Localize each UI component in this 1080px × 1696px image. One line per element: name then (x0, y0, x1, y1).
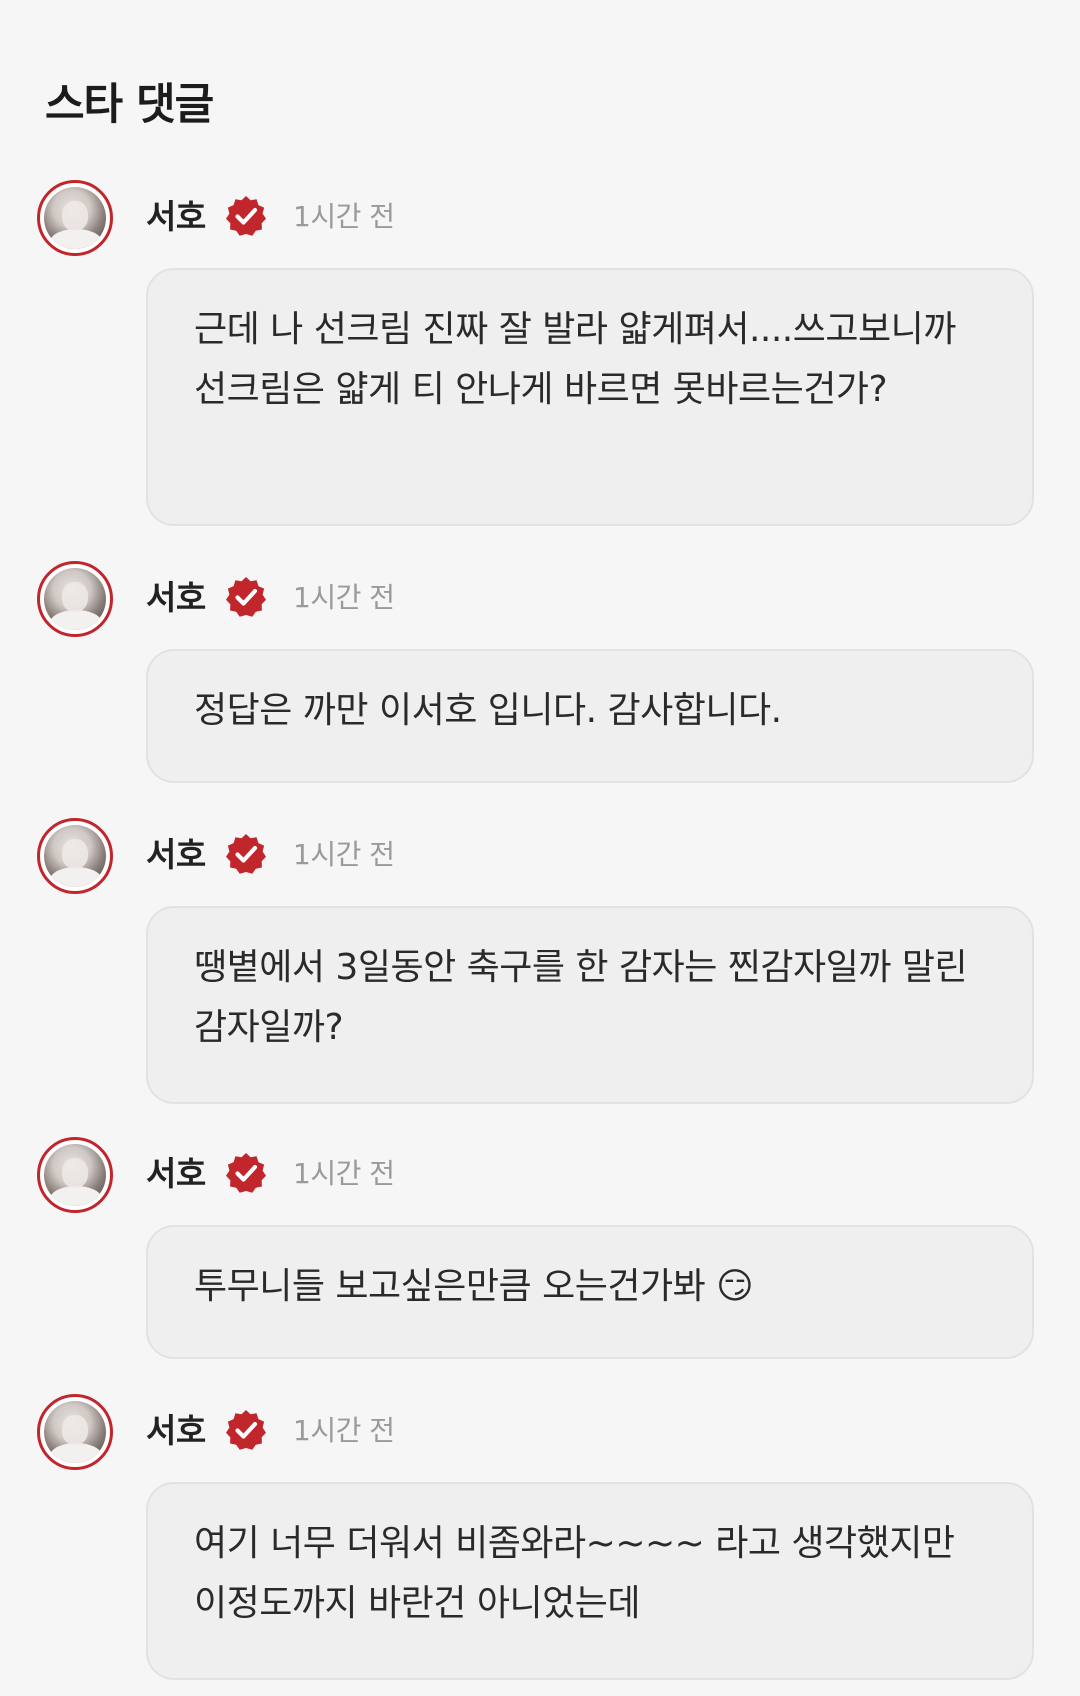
comment-time: 1시간 전 (293, 581, 395, 614)
comment-author[interactable]: 서호 (146, 571, 206, 619)
comment-bubble: 투무니들 보고싶은만큼 오는건가봐 😏 (146, 1225, 1034, 1359)
avatar[interactable] (37, 818, 113, 894)
avatar-image (44, 187, 106, 249)
comment-author[interactable]: 서호 (146, 190, 206, 238)
comment-time: 1시간 전 (293, 838, 395, 871)
comment-author[interactable]: 서호 (146, 1404, 206, 1452)
comment-author[interactable]: 서호 (146, 1147, 206, 1195)
comment-bubble: 땡볕에서 3일동안 축구를 한 감자는 찐감자일까 말린감자일까? (146, 906, 1034, 1104)
comment-time: 1시간 전 (293, 1157, 395, 1190)
comment-bubble: 여기 너무 더워서 비좀와라~~~~ 라고 생각했지만 이정도까지 바란건 아니… (146, 1482, 1034, 1680)
avatar[interactable] (37, 561, 113, 637)
comment-bubble: 근데 나 선크림 진짜 잘 발라 얇게펴서....쓰고보니까 선크림은 얇게 티… (146, 268, 1034, 526)
avatar-image (44, 1144, 106, 1206)
avatar[interactable] (37, 1137, 113, 1213)
comment-bubble: 정답은 까만 이서호 입니다. 감사합니다. (146, 649, 1034, 783)
verified-badge-icon (226, 1410, 266, 1450)
comment-time: 1시간 전 (293, 200, 395, 233)
avatar[interactable] (37, 180, 113, 256)
verified-badge-icon (226, 834, 266, 874)
section-title: 스타 댓글 (45, 80, 214, 130)
verified-badge-icon (226, 1153, 266, 1193)
avatar[interactable] (37, 1394, 113, 1470)
avatar-image (44, 825, 106, 887)
avatar-image (44, 1401, 106, 1463)
verified-badge-icon (226, 577, 266, 617)
verified-badge-icon (226, 196, 266, 236)
comment-author[interactable]: 서호 (146, 828, 206, 876)
comment-time: 1시간 전 (293, 1414, 395, 1447)
avatar-image (44, 568, 106, 630)
